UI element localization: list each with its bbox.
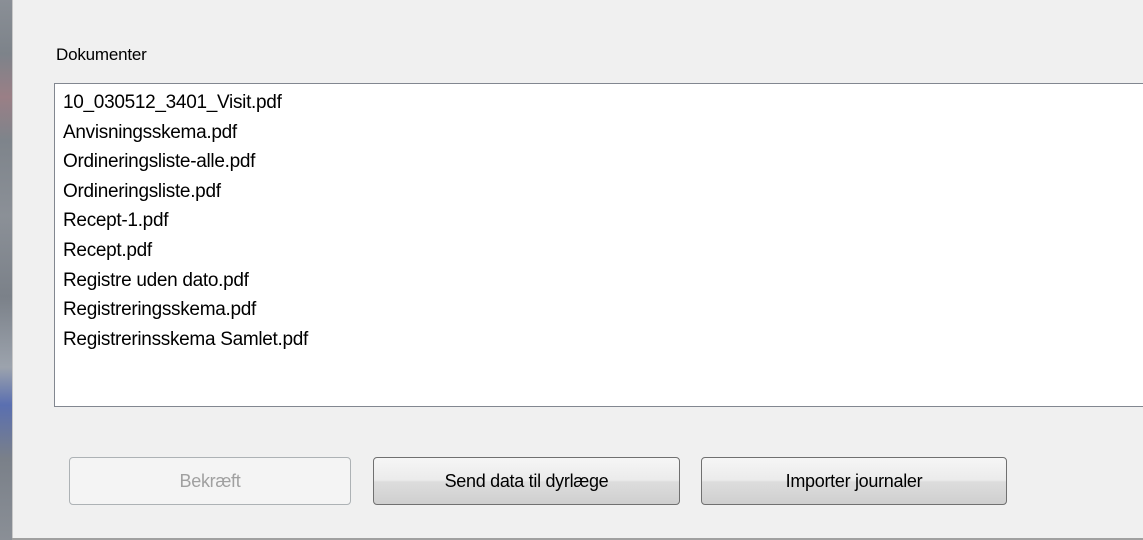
list-item[interactable]: Ordineringsliste-alle.pdf xyxy=(63,147,1143,177)
send-data-to-vet-button[interactable]: Send data til dyrlæge xyxy=(373,457,680,505)
list-item[interactable]: Recept.pdf xyxy=(63,236,1143,266)
window-edge xyxy=(0,0,12,540)
list-item[interactable]: Recept-1.pdf xyxy=(63,206,1143,236)
list-item[interactable]: Registrerinsskema Samlet.pdf xyxy=(63,325,1143,355)
list-item[interactable]: Anvisningsskema.pdf xyxy=(63,118,1143,148)
panel-border xyxy=(12,0,13,540)
confirm-button[interactable]: Bekræft xyxy=(69,457,351,505)
list-item[interactable]: Registreringsskema.pdf xyxy=(63,295,1143,325)
import-journals-button[interactable]: Importer journaler xyxy=(701,457,1007,505)
list-item[interactable]: Registre uden dato.pdf xyxy=(63,266,1143,296)
documents-list: 10_030512_3401_Visit.pdf Anvisningsskema… xyxy=(55,84,1143,354)
list-item[interactable]: Ordineringsliste.pdf xyxy=(63,177,1143,207)
documents-listbox[interactable]: 10_030512_3401_Visit.pdf Anvisningsskema… xyxy=(54,83,1143,407)
documents-label: Dokumenter xyxy=(56,45,147,64)
list-item[interactable]: 10_030512_3401_Visit.pdf xyxy=(63,88,1143,118)
